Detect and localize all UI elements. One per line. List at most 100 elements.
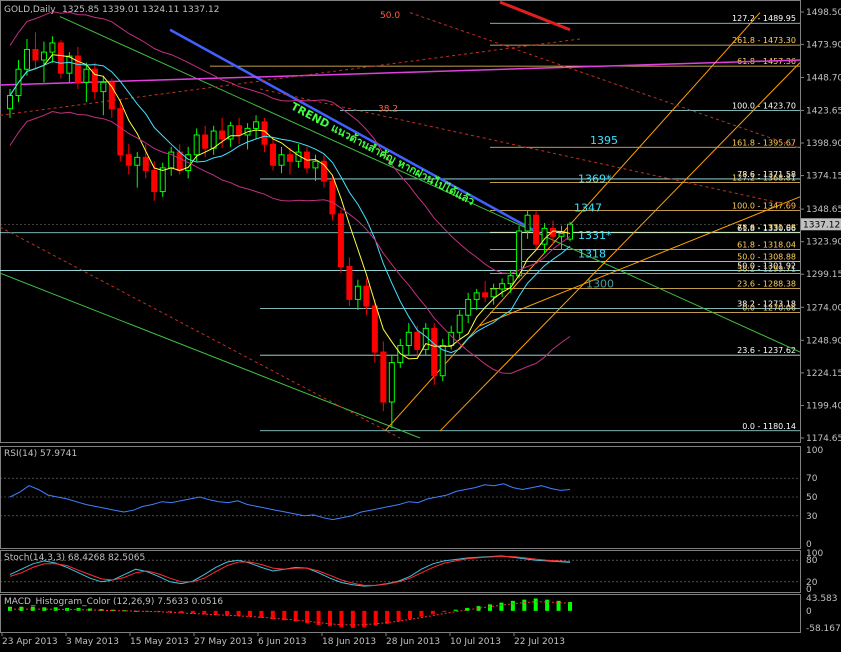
y-tick-label: 1299.15 (806, 270, 841, 280)
x-tick-label: 23 Apr 2013 (2, 637, 58, 647)
candle-body (414, 331, 421, 350)
y-tick-label: 1374.15 (806, 172, 841, 182)
candle-body (66, 55, 73, 74)
y-tick-label: 1323.90 (806, 238, 841, 248)
fib-level-label: 0.0 - 1180.14 (742, 422, 796, 431)
macd-bar (533, 598, 538, 611)
fib-label-50: 50.0 (380, 11, 400, 21)
fib-label-38: 38.2 (378, 104, 398, 114)
fib-level-label: 127.2 - 1489.95 (732, 14, 796, 23)
candle-body (7, 95, 13, 110)
candle-body (354, 285, 361, 300)
fib-level-label: 0.0 - 1270.06 (742, 303, 796, 312)
blue-price-label: 1395 (590, 134, 618, 147)
macd-bar (510, 600, 515, 611)
candle-body (57, 42, 64, 74)
candle-body (151, 170, 158, 193)
x-tick-label: 28 Jun 2013 (386, 637, 440, 647)
x-tick-label: 22 Jul 2013 (514, 637, 565, 647)
fib-level-label: 100.0 - 1423.70 (732, 101, 796, 110)
candle-body (465, 298, 472, 316)
fib-level-label: 23.6 - 1237.62 (737, 346, 796, 355)
y-tick-label: 1473.90 (806, 40, 841, 50)
macd-bar (408, 610, 412, 620)
fib-level-label: 127.2 - 1368.81 (732, 174, 796, 183)
macd-bar (248, 610, 252, 617)
rsi-tick-label: 70 (806, 474, 818, 484)
candle-body (159, 167, 166, 193)
candle-body (210, 130, 217, 149)
x-tick-label: 27 May 2013 (194, 637, 253, 647)
macd-bar (522, 599, 527, 611)
macd-bar (236, 610, 241, 617)
candle-body (337, 213, 344, 268)
fib-level-label: 261.8 - 1473.30 (732, 36, 796, 45)
candle-body (202, 134, 209, 149)
candle-body (23, 48, 30, 70)
candle-body (176, 151, 183, 172)
y-tick-label: 1248.90 (806, 336, 841, 346)
candle-body (193, 134, 200, 156)
y-tick-label: 1174.65 (806, 434, 841, 444)
candle-body (278, 154, 285, 166)
ohlc-header: 1325.85 1339.01 1324.11 1337.12 (62, 5, 219, 15)
candle-body (219, 130, 226, 140)
current-price-label: 1337.12 (803, 220, 840, 230)
macd-bar (396, 610, 401, 622)
macd-bar (442, 610, 447, 613)
blue-price-label: 1318 (578, 247, 606, 260)
ma-mid-line (9, 60, 571, 354)
blue-price-label: 1300 (586, 278, 614, 291)
macd-bar (545, 599, 550, 611)
y-tick-label: 1199.40 (806, 401, 841, 411)
fib-level-label: 23.6 - 1288.38 (737, 279, 796, 288)
fib-level-label: 61.8 - 1318.04 (737, 240, 796, 249)
y-tick-label: 1498.50 (806, 8, 841, 18)
blue-price-label: 1331* (578, 229, 612, 242)
candle-body (312, 160, 319, 169)
stoch-tick-label: 80 (806, 556, 818, 566)
candle-body (100, 81, 107, 93)
y-tick-label: 1423.65 (806, 106, 841, 116)
candle-body (134, 156, 141, 166)
candle-body (125, 154, 132, 166)
chart-svg: 1498.50 1473.90 1448.70 1423.65 1398.90 1374.… (0, 0, 841, 647)
candle-body (329, 180, 336, 215)
y-tick-label: 1224.15 (806, 369, 841, 379)
candle-body (456, 314, 463, 333)
symbol-header: GOLD,Daily (4, 5, 56, 15)
x-tick-label: 6 Jun 2013 (258, 637, 306, 647)
red-dashed-3 (259, 88, 801, 208)
candle-body (431, 327, 438, 377)
candle-body (83, 68, 90, 83)
y-tick-label: 1398.90 (806, 139, 841, 149)
macd-bar (373, 610, 378, 626)
rsi-tick-label: 50 (806, 493, 818, 503)
macd-bar (430, 610, 435, 615)
fib-level-label: 50.0 - 1308.88 (737, 252, 796, 261)
candle-body (499, 283, 506, 290)
y-tick-label: 1348.65 (806, 205, 841, 215)
candle-body (253, 121, 260, 129)
y-tick-label: 1448.70 (806, 74, 841, 84)
macd-bar (259, 610, 264, 618)
candle-body (346, 266, 353, 300)
candle-body (287, 154, 293, 162)
rsi-tick-label: 100 (806, 446, 823, 456)
macd-title: MACD_Histogram_Color (12,26,9) 7.5633 0.… (4, 597, 223, 607)
macd-bar (453, 609, 458, 611)
candle-body (40, 51, 47, 61)
fib-level-label: 61.8 - 1330.66 (737, 224, 796, 233)
candle-body (482, 292, 489, 298)
candle-body (473, 292, 480, 300)
x-tick-label: 3 May 2013 (66, 637, 119, 647)
macd-tick-label: 43.583 (806, 594, 838, 604)
fib-level-label: 38.2 - 1299.71 (737, 264, 796, 273)
chart-root: 1498.50 1473.90 1448.70 1423.65 1398.90 1374.… (0, 0, 841, 648)
candle-body (363, 285, 370, 307)
rsi-tick-label: 30 (806, 512, 818, 522)
bollinger-upper-line (9, 11, 571, 275)
x-tick-label: 18 Jun 2013 (322, 637, 376, 647)
pane-border (0, 446, 801, 549)
macd-bar (419, 610, 424, 617)
